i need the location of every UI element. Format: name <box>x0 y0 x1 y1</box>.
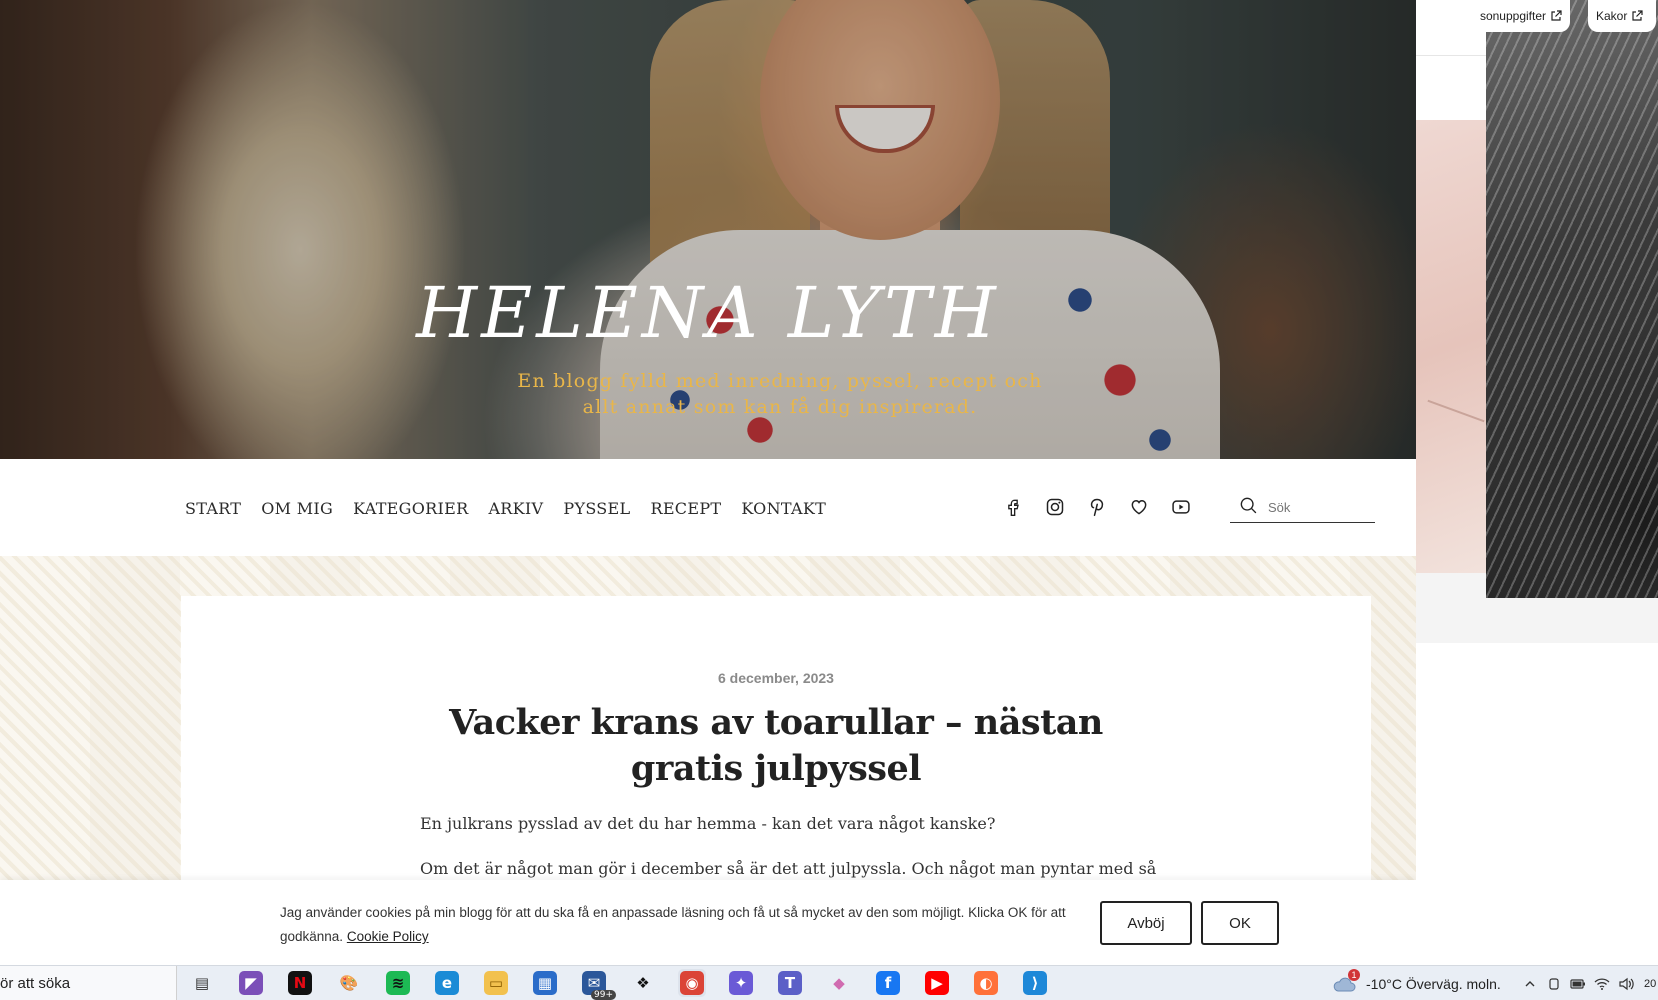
taskbar-clock[interactable]: 20 <box>1644 978 1656 990</box>
site-title[interactable]: HELENA LYTH <box>0 278 1416 348</box>
vscode-icon[interactable]: ⟩ <box>1021 969 1049 997</box>
firefox-icon[interactable]: ◐ <box>972 969 1000 997</box>
nav-item-recept[interactable]: RECEPT <box>650 499 721 518</box>
cookie-message: Jag använder cookies på min blogg för at… <box>280 901 1080 949</box>
main-navigation: START OM MIG KATEGORIER ARKIV PYSSEL REC… <box>0 459 1416 556</box>
weather-alert-badge: 1 <box>1348 968 1360 981</box>
chrome-icon[interactable]: ◉ <box>678 969 706 997</box>
facebook-app-icon[interactable]: f <box>874 969 902 997</box>
site-tagline: En blogg fylld med inredning, pyssel, re… <box>517 370 1043 418</box>
photos-icon[interactable]: ◆ <box>825 969 853 997</box>
taskbar-search[interactable]: ör att söka <box>0 966 177 1000</box>
netflix-icon[interactable]: N <box>286 969 314 997</box>
vscode-glyph: ⟩ <box>1023 971 1047 995</box>
background-photo <box>1486 0 1658 598</box>
heart-icon[interactable] <box>1128 496 1150 518</box>
spotify-icon[interactable]: ≋ <box>384 969 412 997</box>
background-image <box>1416 120 1486 573</box>
cloud-icon: 1 <box>1332 968 1360 993</box>
external-link-icon <box>1551 10 1562 21</box>
search-box <box>1230 493 1375 523</box>
personal-data-label: sonuppgifter <box>1479 9 1546 23</box>
teams-glyph: T <box>778 971 802 995</box>
pinterest-icon[interactable] <box>1086 496 1108 518</box>
social-links <box>1002 496 1192 518</box>
taskbar-search-text: ör att söka <box>0 975 71 992</box>
hero-banner: HELENA LYTH En blogg fylld med inredning… <box>0 0 1416 459</box>
cookie-ok-button[interactable]: OK <box>1201 901 1279 945</box>
mail-icon[interactable]: ✉ 99+ <box>580 969 616 1000</box>
volume-icon[interactable] <box>1618 976 1634 992</box>
windows-taskbar: ör att söka ▤ ◤ N 🎨 ≋ e ▭ ▦ ✉ 99+ ❖ ◉ ✦ T ◆ f ▶ ◐ ⟩ 1 -10°… <box>0 965 1658 1000</box>
battery-icon[interactable] <box>1570 976 1586 992</box>
post-date: 6 december, 2023 <box>718 670 834 686</box>
external-link-icon <box>1632 10 1643 21</box>
edge-icon[interactable]: e <box>433 969 461 997</box>
meet-now-icon[interactable] <box>1546 976 1562 992</box>
cookie-reject-button[interactable]: Avböj <box>1100 901 1192 945</box>
paint-glyph: 🎨 <box>337 971 361 995</box>
copilot-icon[interactable]: ✦ <box>727 969 755 997</box>
chevron-up-icon[interactable] <box>1522 976 1538 992</box>
spotify-glyph: ≋ <box>386 971 410 995</box>
visual-studio-glyph: ◤ <box>239 971 263 995</box>
paint-icon[interactable]: 🎨 <box>335 969 363 997</box>
nav-item-kontakt[interactable]: KONTAKT <box>741 499 826 518</box>
chrome-glyph: ◉ <box>680 971 704 995</box>
post-paragraph: Om det är något man gör i december så är… <box>420 859 1160 878</box>
edge-glyph: e <box>435 971 459 995</box>
cookie-consent-banner: Jag använder cookies på min blogg för at… <box>0 880 1416 965</box>
post-paragraph: En julkrans pysslad av det du har hemma … <box>420 814 996 833</box>
store-glyph: ▦ <box>533 971 557 995</box>
mail-badge: 99+ <box>591 990 616 1000</box>
cookies-tab[interactable]: Kakor <box>1588 0 1656 32</box>
system-tray <box>1522 966 1634 1000</box>
teams-icon[interactable]: T <box>776 969 804 997</box>
background-page: sonuppgifter Kakor <box>1416 0 1658 965</box>
wifi-icon[interactable] <box>1594 976 1610 992</box>
blog-viewport: HELENA LYTH En blogg fylld med inredning… <box>0 0 1416 965</box>
youtube-app-icon[interactable]: ▶ <box>923 969 951 997</box>
photos-glyph: ◆ <box>827 971 851 995</box>
instagram-icon[interactable] <box>1044 496 1066 518</box>
file-explorer-glyph: ▭ <box>484 971 508 995</box>
youtube-app-glyph: ▶ <box>925 971 949 995</box>
nav-item-start[interactable]: START <box>185 499 241 518</box>
netflix-glyph: N <box>288 971 312 995</box>
weather-text: -10°C Överväg. moln. <box>1366 975 1501 992</box>
taskbar-apps: ▤ ◤ N 🎨 ≋ e ▭ ▦ ✉ 99+ ❖ ◉ ✦ T ◆ f ▶ ◐ ⟩ <box>188 969 1049 1000</box>
task-view-glyph: ▤ <box>190 971 214 995</box>
task-view-icon[interactable]: ▤ <box>188 969 216 997</box>
search-input[interactable] <box>1268 500 1368 515</box>
visual-studio-icon[interactable]: ◤ <box>237 969 265 997</box>
copilot-glyph: ✦ <box>729 971 753 995</box>
nav-menu: START OM MIG KATEGORIER ARKIV PYSSEL REC… <box>185 499 826 518</box>
facebook-icon[interactable] <box>1002 496 1024 518</box>
facebook-app-glyph: f <box>876 971 900 995</box>
nav-item-om-mig[interactable]: OM MIG <box>261 499 333 518</box>
post-title[interactable]: Vacker krans av toarullar – nästan grati… <box>411 700 1141 792</box>
youtube-icon[interactable] <box>1170 496 1192 518</box>
cookie-policy-link[interactable]: Cookie Policy <box>347 929 429 944</box>
cookies-tab-label: Kakor <box>1596 9 1628 23</box>
dropbox-glyph: ❖ <box>631 971 655 995</box>
store-icon[interactable]: ▦ <box>531 969 559 997</box>
nav-item-arkiv[interactable]: ARKIV <box>488 499 543 518</box>
file-explorer-icon[interactable]: ▭ <box>482 969 510 997</box>
weather-widget[interactable]: 1 -10°C Överväg. moln. <box>1332 966 1501 1000</box>
dropbox-icon[interactable]: ❖ <box>629 969 657 997</box>
nav-item-pyssel[interactable]: PYSSEL <box>563 499 630 518</box>
firefox-glyph: ◐ <box>974 971 998 995</box>
search-icon[interactable] <box>1238 495 1260 520</box>
nav-item-kategorier[interactable]: KATEGORIER <box>353 499 468 518</box>
personal-data-tab[interactable]: sonuppgifter <box>1416 0 1570 32</box>
